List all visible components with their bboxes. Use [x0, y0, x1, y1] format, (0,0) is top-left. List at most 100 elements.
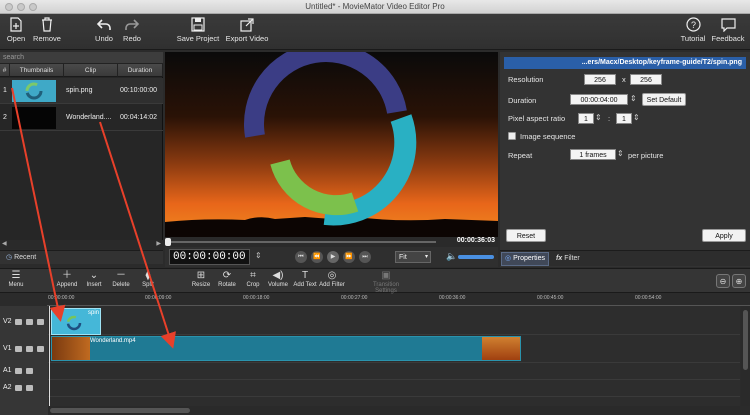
- timeline-tool-label: Rotate: [218, 282, 236, 288]
- tutorial-button[interactable]: ? Tutorial: [678, 17, 708, 43]
- add-filter-button[interactable]: ◎ Add Filter: [318, 270, 346, 288]
- clip-search-input[interactable]: search: [0, 52, 163, 64]
- split-button[interactable]: ⧫ Split: [138, 270, 158, 288]
- repeat-field[interactable]: 1 frames: [570, 149, 616, 160]
- save-project-button[interactable]: Save Project: [174, 17, 222, 43]
- close-window-icon[interactable]: [5, 3, 13, 11]
- crop-button[interactable]: ⌗ Crop: [244, 270, 262, 288]
- skip-to-end-icon[interactable]: ⏭: [359, 251, 371, 263]
- window-title: Untitled* - MovieMator Video Editor Pro: [305, 2, 445, 11]
- repeat-stepper-icon[interactable]: ⇕: [617, 149, 624, 158]
- clip-start-thumbnail: [52, 337, 90, 360]
- track-visibility-icon[interactable]: [15, 346, 22, 352]
- track-mute-icon[interactable]: [15, 385, 22, 391]
- reset-button[interactable]: Reset: [506, 229, 546, 242]
- duration-stepper-icon[interactable]: ⇕: [630, 94, 637, 103]
- pixel-aspect-a-stepper-icon[interactable]: ⇕: [595, 113, 602, 122]
- pixel-aspect-b-field[interactable]: 1: [616, 113, 632, 124]
- track-lane-v2[interactable]: [48, 306, 740, 335]
- tab-filter[interactable]: fx Filter: [556, 253, 580, 265]
- insert-button[interactable]: ⌄ Insert: [84, 270, 104, 288]
- resize-button[interactable]: ⊞ Resize: [190, 270, 212, 288]
- clip-row[interactable]: 1 spin.png 00:10:00:00: [0, 78, 163, 104]
- track-lock-icon[interactable]: [26, 385, 33, 391]
- undo-label: Undo: [95, 34, 113, 43]
- timeline-clip-spin[interactable]: spin: [51, 308, 101, 335]
- fast-forward-icon[interactable]: ⏩: [343, 251, 355, 263]
- rotate-button[interactable]: ⟳ Rotate: [216, 270, 238, 288]
- recent-label: Recent: [14, 254, 37, 261]
- duration-label: Duration: [508, 96, 537, 105]
- insert-icon: ⌄: [89, 270, 99, 281]
- clip-index: 2: [3, 114, 7, 121]
- track-mute-icon[interactable]: [15, 368, 22, 374]
- timeline-clip-label: Wonderland.mp4: [90, 338, 136, 344]
- append-button[interactable]: ＋ Append: [56, 270, 78, 288]
- tab-properties[interactable]: ◎ Properties: [501, 252, 549, 266]
- timecode-stepper-icon[interactable]: ⇕: [255, 251, 262, 260]
- track-lane-a2[interactable]: [48, 380, 740, 397]
- clip-list-scrollbar[interactable]: ◀ ▶: [0, 240, 163, 249]
- scroll-right-icon[interactable]: ▶: [156, 240, 161, 247]
- transition-settings-button[interactable]: ▣ Transition Settings: [362, 270, 410, 294]
- track-hide-icon[interactable]: [26, 346, 33, 352]
- zoom-out-icon[interactable]: ⊖: [716, 274, 730, 288]
- track-hide-icon[interactable]: [26, 319, 33, 325]
- minimize-window-icon[interactable]: [17, 3, 25, 11]
- ruler-label: 00:00:00:00: [48, 295, 75, 301]
- pixel-aspect-b-stepper-icon[interactable]: ⇕: [633, 113, 640, 122]
- volume-icon[interactable]: 🔈: [446, 251, 457, 262]
- open-button[interactable]: Open: [5, 17, 27, 43]
- column-header-duration[interactable]: Duration: [118, 64, 163, 77]
- track-lock-icon[interactable]: [37, 346, 44, 352]
- delete-button[interactable]: － Delete: [110, 270, 132, 288]
- feedback-button[interactable]: Feedback: [710, 17, 746, 43]
- vertical-scroll-thumb[interactable]: [743, 310, 748, 370]
- zoom-window-icon[interactable]: [29, 3, 37, 11]
- filter-fx-icon: fx: [556, 255, 563, 262]
- playback-scrubber[interactable]: 00:00:36:03: [165, 237, 498, 247]
- tracks-vertical-scrollbar[interactable]: [741, 306, 750, 406]
- column-header-thumbnails[interactable]: Thumbnails: [10, 64, 64, 77]
- timeline-clip-wonderland[interactable]: Wonderland.mp4: [51, 336, 521, 361]
- timeline-tracks[interactable]: spin Wonderland.mp4: [48, 306, 740, 406]
- set-default-button[interactable]: Set Default: [642, 93, 686, 106]
- recent-panel-tab[interactable]: ◷ Recent: [0, 250, 163, 264]
- duration-field[interactable]: 00:00:04:00: [570, 94, 628, 105]
- zoom-select[interactable]: Fit ▾: [395, 251, 431, 263]
- skip-to-start-icon[interactable]: ⏮: [295, 251, 307, 263]
- remove-button[interactable]: Remove: [31, 17, 63, 43]
- horizontal-scroll-thumb[interactable]: [50, 408, 190, 413]
- play-icon[interactable]: ▶: [327, 251, 339, 263]
- timeline-playhead[interactable]: [49, 306, 50, 406]
- column-header-index[interactable]: #: [0, 64, 10, 77]
- zoom-in-icon[interactable]: ⊕: [732, 274, 746, 288]
- image-sequence-checkbox[interactable]: [508, 132, 516, 140]
- scroll-left-icon[interactable]: ◀: [2, 240, 7, 247]
- apply-button[interactable]: Apply: [702, 229, 746, 242]
- resolution-width-field[interactable]: 256: [584, 74, 616, 85]
- volume-button[interactable]: ◀) Volume: [266, 270, 290, 288]
- track-lock-icon[interactable]: [37, 319, 44, 325]
- undo-button[interactable]: Undo: [92, 17, 116, 43]
- pixel-aspect-a-field[interactable]: 1: [578, 113, 594, 124]
- video-preview[interactable]: [165, 42, 498, 237]
- column-header-clip[interactable]: Clip: [64, 64, 118, 77]
- tracks-horizontal-scrollbar[interactable]: [48, 406, 740, 415]
- rewind-icon[interactable]: ⏪: [311, 251, 323, 263]
- track-visibility-icon[interactable]: [15, 319, 22, 325]
- timeline-ruler[interactable]: 00:00:00:00 00:00:09:00 00:00:18:00 00:0…: [47, 294, 750, 306]
- track-lock-icon[interactable]: [26, 368, 33, 374]
- volume-slider[interactable]: [458, 255, 494, 259]
- timeline-menu-button[interactable]: ☰ Menu: [6, 270, 26, 288]
- clip-row[interactable]: 2 Wonderland.... 00:04:14:02: [0, 105, 163, 131]
- track-lane-a1[interactable]: [48, 363, 740, 380]
- playhead-handle[interactable]: [165, 238, 171, 246]
- resolution-height-field[interactable]: 256: [630, 74, 662, 85]
- add-text-button[interactable]: T Add Text: [293, 270, 317, 288]
- export-video-button[interactable]: Export Video: [222, 17, 272, 43]
- clip-list: # Thumbnails Clip Duration 1 spin.png 00…: [0, 64, 163, 240]
- redo-button[interactable]: Redo: [120, 17, 144, 43]
- feedback-icon: [720, 18, 736, 32]
- current-timecode[interactable]: 00:00:00:00: [169, 249, 250, 265]
